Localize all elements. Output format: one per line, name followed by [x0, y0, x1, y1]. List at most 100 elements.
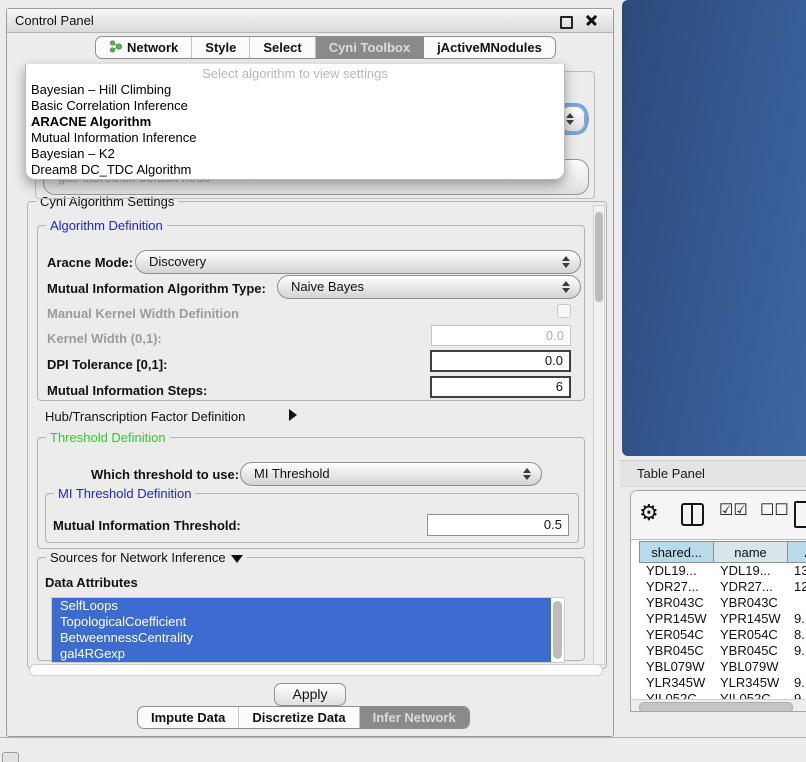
- dropdown-item-dream8-dc-tdc-algorithm[interactable]: Dream8 DC_TDC Algorithm: [26, 162, 564, 178]
- table-rows: YDL19...YDL19...13YDR27...YDR27...12YBR0…: [631, 563, 806, 699]
- table-cell: [787, 595, 806, 611]
- attribute-item-gal4rgexp[interactable]: gal4RGexp: [52, 646, 551, 662]
- which-threshold-combobox[interactable]: MI Threshold: [240, 462, 542, 486]
- gear-icon[interactable]: ⚙: [639, 499, 659, 527]
- scrollbar-thumb[interactable]: [639, 702, 793, 712]
- list-scrollbar-thumb[interactable]: [553, 601, 562, 659]
- panel-bottom-divider: [0, 737, 806, 738]
- table-row[interactable]: YDL19...YDL19...13: [631, 563, 806, 579]
- collapse-down-icon[interactable]: [231, 555, 243, 563]
- tab-network[interactable]: Network: [96, 37, 192, 58]
- table-cell: 13: [787, 563, 806, 579]
- manual-kernel-label: Manual Kernel Width Definition: [47, 306, 239, 321]
- mi-steps-field[interactable]: 6: [430, 376, 571, 398]
- table-cell: YLR345W: [639, 675, 714, 691]
- table-cell: YBL079W: [639, 659, 714, 675]
- table-row[interactable]: YLR345WYLR345W9.: [631, 675, 806, 691]
- table-cell: 12: [787, 579, 806, 595]
- dropdown-item-bayesian-k2[interactable]: Bayesian – K2: [26, 146, 564, 162]
- stepper-arrows-icon: [566, 112, 575, 126]
- tab-label: jActiveMNodules: [437, 40, 542, 55]
- tab-impute-data[interactable]: Impute Data: [138, 707, 239, 728]
- minimized-panel-icon[interactable]: [2, 752, 19, 762]
- data-attributes-list[interactable]: SelfLoopsTopologicalCoefficientBetweenne…: [51, 597, 565, 663]
- table-row[interactable]: YPR145WYPR145W9.: [631, 611, 806, 627]
- dropdown-item-aracne-algorithm[interactable]: ARACNE Algorithm: [26, 114, 564, 130]
- control-panel-titlebar: Control Panel: [7, 9, 613, 33]
- aracne-mode-combobox[interactable]: Discovery: [135, 250, 581, 274]
- tab-label: Impute Data: [151, 710, 225, 725]
- dpi-tolerance-label: DPI Tolerance [0,1]:: [47, 357, 167, 372]
- table-row[interactable]: YBR045CYBR045C9.: [631, 643, 806, 659]
- table-cell: YDR27...: [713, 579, 788, 595]
- network-tab-icon: [109, 40, 122, 56]
- dropdown-item-bayesian-hill-climbing[interactable]: Bayesian – Hill Climbing: [26, 82, 564, 98]
- tab-label: Cyni Toolbox: [329, 40, 410, 55]
- dropdown-item-mutual-information-inference[interactable]: Mutual Information Inference: [26, 130, 564, 146]
- table-horizontal-scrollbar[interactable]: [631, 699, 806, 712]
- table-cell: YIL052C: [639, 691, 714, 699]
- table-cell: YIL052C: [713, 691, 788, 699]
- kernel-width-label: Kernel Width (0,1):: [47, 331, 162, 346]
- tab-label: Discretize Data: [252, 710, 345, 725]
- apply-button[interactable]: Apply: [274, 683, 346, 706]
- attribute-item-betweennesscentrality[interactable]: BetweennessCentrality: [52, 630, 551, 646]
- table-cell: YPR145W: [639, 611, 714, 627]
- table-cell: 9: [787, 691, 806, 699]
- table-cell: YBR045C: [639, 643, 714, 659]
- table-cell: YER054C: [713, 627, 788, 643]
- table-row[interactable]: YER054CYER054C8.: [631, 627, 806, 643]
- dpi-tolerance-field[interactable]: 0.0: [430, 350, 571, 372]
- tab-infer-network[interactable]: Infer Network: [360, 707, 469, 728]
- sources-title[interactable]: Sources for Network Inference: [46, 550, 247, 565]
- tab-label: Style: [205, 40, 236, 55]
- expand-right-icon[interactable]: [289, 409, 297, 421]
- deselect-all-checkbox-icon[interactable]: ☐☐: [760, 500, 789, 520]
- attribute-item-selfloops[interactable]: SelfLoops: [52, 598, 551, 614]
- table-row[interactable]: YIL052CYIL052C9: [631, 691, 806, 699]
- tab-cyni-toolbox[interactable]: Cyni Toolbox: [316, 37, 424, 58]
- scrollbar-thumb[interactable]: [595, 212, 603, 302]
- tab-label: Infer Network: [373, 710, 456, 725]
- which-threshold-value: MI Threshold: [254, 466, 330, 481]
- table-cell: YDL19...: [713, 563, 788, 579]
- table-cell: YBR043C: [713, 595, 788, 611]
- mi-threshold-label: Mutual Information Threshold:: [53, 518, 241, 533]
- mi-steps-label: Mutual Information Steps:: [47, 383, 207, 398]
- settings-horizontal-scrollbar[interactable]: [29, 664, 603, 676]
- column-header-name[interactable]: name: [713, 541, 788, 563]
- tab-style[interactable]: Style: [192, 37, 250, 58]
- table-cell: YBL079W: [713, 659, 788, 675]
- aracne-mode-value: Discovery: [149, 254, 206, 269]
- data-attributes-label: Data Attributes: [45, 575, 138, 590]
- table-icon[interactable]: [794, 501, 806, 528]
- algorithm-dropdown-list: Select algorithm to view settings Bayesi…: [25, 64, 565, 180]
- mi-threshold-field[interactable]: 0.5: [427, 514, 569, 536]
- column-header-a[interactable]: A: [787, 541, 806, 563]
- dropdown-item-basic-correlation-inference[interactable]: Basic Correlation Inference: [26, 98, 564, 114]
- mi-type-combobox[interactable]: Naive Bayes: [277, 275, 581, 299]
- table-row[interactable]: YBR043CYBR043C: [631, 595, 806, 611]
- aracne-mode-label: Aracne Mode:: [47, 255, 133, 270]
- table-row[interactable]: YBL079WYBL079W: [631, 659, 806, 675]
- settings-vertical-scrollbar[interactable]: [593, 205, 605, 665]
- dropdown-placeholder: Select algorithm to view settings: [26, 66, 564, 82]
- select-all-checkbox-icon[interactable]: ☑☑: [719, 500, 748, 520]
- cyni-bottom-tabs: Impute Data Discretize Data Infer Network: [137, 706, 470, 729]
- close-icon[interactable]: [586, 15, 597, 26]
- columns-icon[interactable]: [681, 503, 704, 526]
- threshold-definition-title: Threshold Definition: [46, 430, 170, 445]
- tab-discretize-data[interactable]: Discretize Data: [239, 707, 359, 728]
- table-cell: 9.: [787, 643, 806, 659]
- column-header-shared[interactable]: shared...: [639, 541, 714, 563]
- attribute-item-topologicalcoefficient[interactable]: TopologicalCoefficient: [52, 614, 551, 630]
- tab-select[interactable]: Select: [250, 37, 315, 58]
- tab-jactivemnodules[interactable]: jActiveMNodules: [424, 37, 555, 58]
- table-cell: 8.: [787, 627, 806, 643]
- which-threshold-label: Which threshold to use:: [91, 467, 239, 482]
- float-window-icon[interactable]: [560, 16, 573, 29]
- hub-definition-label[interactable]: Hub/Transcription Factor Definition: [45, 409, 245, 424]
- table-cell: YPR145W: [713, 611, 788, 627]
- table-row[interactable]: YDR27...YDR27...12: [631, 579, 806, 595]
- stepper-arrows-icon: [562, 280, 571, 294]
